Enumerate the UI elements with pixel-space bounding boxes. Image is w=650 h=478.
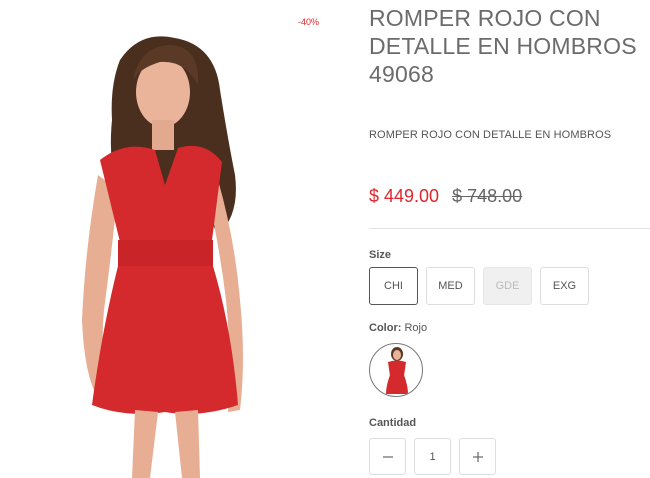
decrease-quantity-button[interactable]: [369, 438, 406, 475]
product-subtitle: ROMPER ROJO CON DETALLE EN HOMBROS: [369, 129, 612, 141]
color-label-text: Color:: [369, 322, 402, 334]
product-photo-red-romper: [82, 36, 243, 478]
color-label: Color: Rojo: [369, 322, 427, 334]
size-option-exg[interactable]: EXG: [540, 267, 589, 305]
divider: [369, 228, 650, 229]
size-option-chi[interactable]: CHI: [369, 267, 418, 305]
minus-icon: [382, 455, 393, 458]
product-title: ROMPER ROJO CON DETALLE EN HOMBROS 49068: [369, 5, 637, 87]
quantity-stepper: 1: [369, 438, 496, 475]
size-option-med[interactable]: MED: [426, 267, 475, 305]
quantity-label: Cantidad: [369, 417, 417, 429]
size-options: CHI MED GDE EXG: [369, 267, 589, 305]
size-option-gde[interactable]: GDE: [483, 267, 532, 305]
quantity-input[interactable]: 1: [414, 438, 451, 475]
color-value: Rojo: [404, 322, 428, 334]
color-swatch-rojo[interactable]: [369, 343, 423, 397]
increase-quantity-button[interactable]: [459, 438, 496, 475]
product-image[interactable]: [0, 0, 330, 478]
sale-price: $ 449.00: [369, 186, 440, 206]
romper-thumbnail-icon: [386, 347, 408, 394]
original-price: $ 748.00: [452, 186, 523, 206]
discount-badge: -40%: [298, 17, 320, 27]
size-label: Size: [369, 249, 392, 261]
plus-icon: [472, 451, 483, 462]
price-block: $ 449.00 $ 748.00: [369, 186, 522, 207]
